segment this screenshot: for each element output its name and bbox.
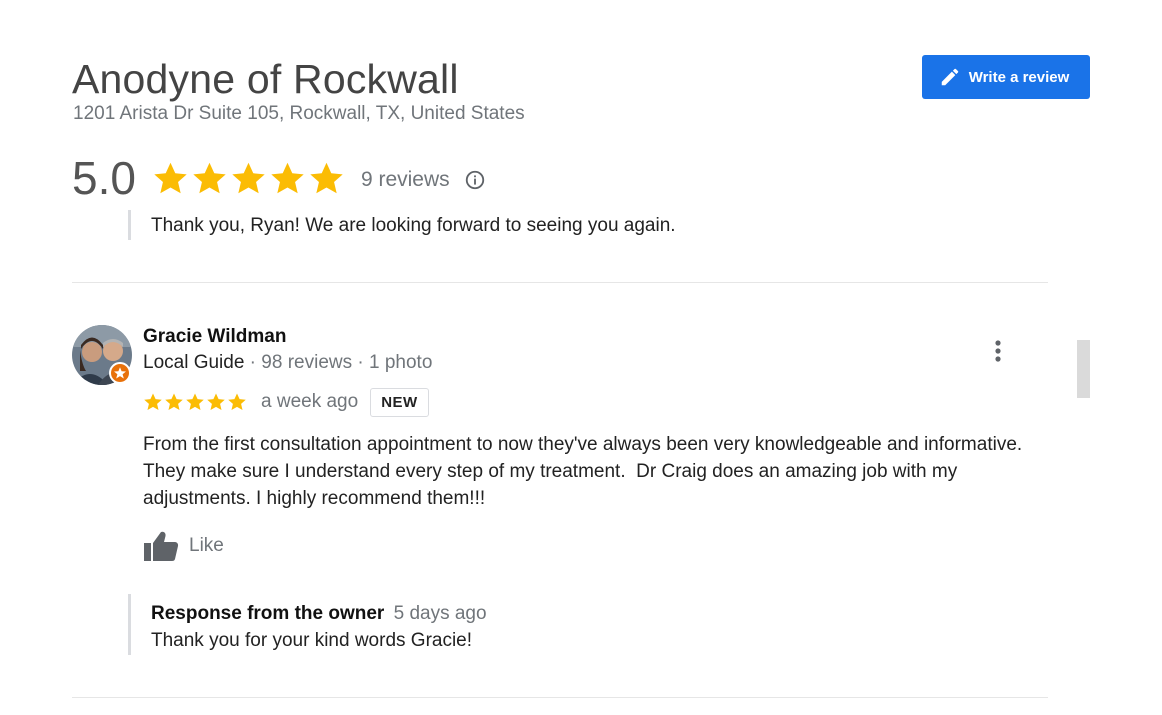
review-rating-row: a week ago NEW bbox=[143, 385, 429, 419]
owner-response: Response from the owner 5 days ago Thank… bbox=[128, 594, 1028, 655]
review-count[interactable]: 9 reviews bbox=[361, 168, 450, 192]
like-button[interactable]: Like bbox=[143, 530, 224, 562]
info-icon[interactable] bbox=[464, 169, 486, 191]
reviewer-photo-count: 1 photo bbox=[369, 352, 433, 373]
pencil-icon bbox=[941, 68, 958, 86]
local-guide-label: Local Guide bbox=[143, 352, 245, 373]
star-icon bbox=[154, 162, 187, 193]
star-icon bbox=[232, 162, 265, 193]
scrollbar-thumb[interactable] bbox=[1077, 340, 1090, 398]
like-label: Like bbox=[189, 535, 224, 556]
star-icon bbox=[310, 162, 343, 193]
review-divider bbox=[72, 282, 1048, 283]
star-icon bbox=[271, 162, 304, 193]
star-icon bbox=[207, 393, 225, 410]
reviewer-review-count: 98 reviews bbox=[261, 352, 353, 373]
response-bar bbox=[128, 210, 131, 240]
rating-summary: 5.0 9 reviews bbox=[72, 150, 486, 206]
owner-response-heading-row: Response from the owner 5 days ago bbox=[151, 603, 487, 625]
reviewer-name[interactable]: Gracie Wildman bbox=[143, 326, 286, 348]
thumbs-up-icon bbox=[144, 531, 179, 561]
review-text: From the first consultation appointment … bbox=[143, 434, 1023, 509]
reviews-panel: Anodyne of Rockwall 1201 Arista Dr Suite… bbox=[0, 0, 1162, 715]
average-rating: 5.0 bbox=[72, 152, 136, 204]
business-address: 1201 Arista Dr Suite 105, Rockwall, TX, … bbox=[73, 103, 525, 124]
review-divider bbox=[72, 697, 1048, 698]
star-icon bbox=[186, 393, 204, 410]
average-rating-stars bbox=[152, 160, 345, 197]
write-review-label: Write a review bbox=[968, 68, 1070, 86]
write-review-button[interactable]: Write a review bbox=[922, 55, 1090, 99]
more-options-button[interactable] bbox=[986, 336, 1010, 366]
new-badge: NEW bbox=[370, 387, 429, 417]
star-icon bbox=[228, 393, 246, 410]
owner-response-heading: Response from the owner bbox=[151, 603, 385, 624]
reviewer-meta: Local Guide · 98 reviews · 1 photo bbox=[143, 352, 432, 374]
previous-owner-response-text: Thank you, Ryan! We are looking forward … bbox=[151, 215, 676, 236]
business-name: Anodyne of Rockwall bbox=[72, 56, 459, 102]
more-vert-icon bbox=[995, 340, 1001, 362]
owner-response-text: Thank you for your kind words Gracie! bbox=[151, 630, 473, 651]
review-stars bbox=[143, 392, 247, 412]
previous-review-fragment: Thank you, Ryan! We are looking forward … bbox=[120, 210, 1020, 240]
meta-separator: · bbox=[352, 352, 370, 373]
review-time: a week ago bbox=[261, 391, 359, 412]
star-icon bbox=[193, 162, 226, 193]
local-guide-badge-icon bbox=[109, 362, 131, 384]
star-icon bbox=[144, 393, 162, 410]
meta-separator: · bbox=[244, 352, 262, 373]
owner-response-time: 5 days ago bbox=[393, 603, 487, 624]
star-icon bbox=[165, 393, 183, 410]
response-bar bbox=[128, 594, 131, 655]
